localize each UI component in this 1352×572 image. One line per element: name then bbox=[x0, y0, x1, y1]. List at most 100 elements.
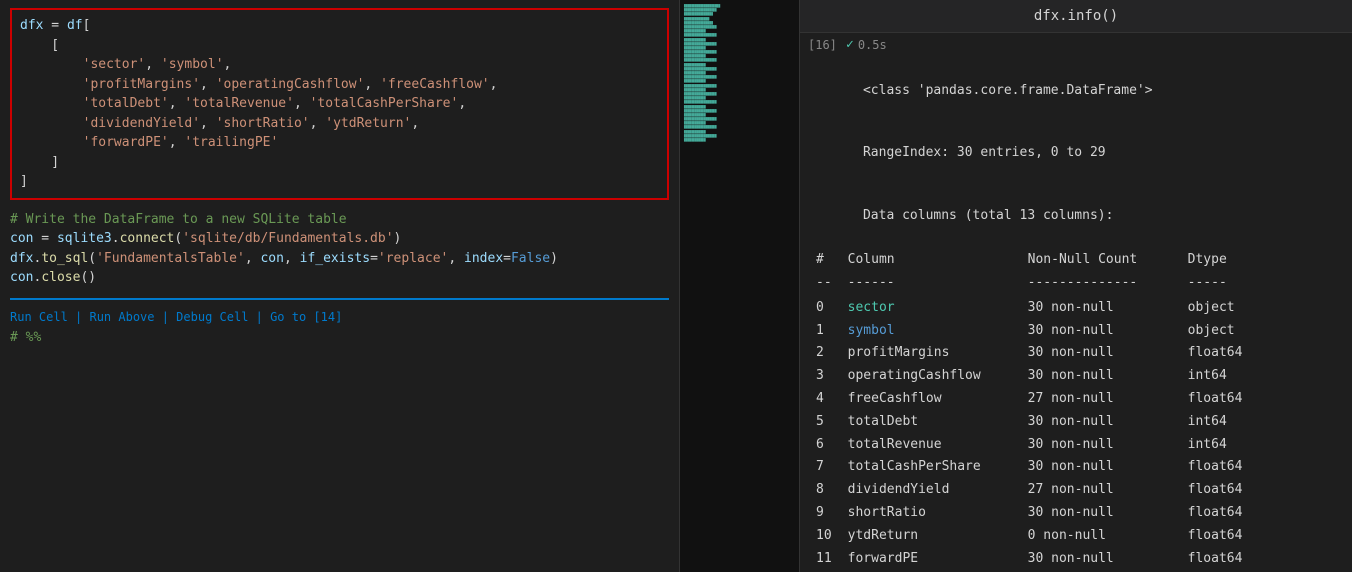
table-row: 9shortRatio30 non-nullfloat64 bbox=[816, 502, 1258, 525]
code-line-1: dfx = df[ bbox=[20, 16, 659, 36]
row-count: 30 non-null bbox=[1028, 411, 1188, 434]
code-line-4: 'profitMargins', 'operatingCashflow', 'f… bbox=[20, 75, 659, 95]
row-index: 7 bbox=[816, 456, 848, 479]
class-line: <class 'pandas.core.frame.DataFrame'> bbox=[816, 60, 1336, 122]
code-line-2: [ bbox=[20, 36, 659, 56]
sep-3: -------------- bbox=[1028, 272, 1188, 295]
output-header: dfx.info() bbox=[800, 0, 1352, 33]
row-column-name: forwardPE bbox=[848, 548, 1028, 571]
table-row: 1symbol30 non-nullobject bbox=[816, 320, 1258, 343]
row-index: 4 bbox=[816, 388, 848, 411]
minimap-code: ████████████████████ ██████████████████ … bbox=[680, 0, 799, 572]
row-dtype: float64 bbox=[1188, 342, 1259, 365]
row-column-name: totalDebt bbox=[848, 411, 1028, 434]
row-dtype: int64 bbox=[1188, 365, 1259, 388]
con-line: con = sqlite3.connect('sqlite/db/Fundame… bbox=[10, 229, 669, 249]
code-line-9: ] bbox=[20, 172, 659, 192]
range-line: RangeIndex: 30 entries, 0 to 29 bbox=[816, 122, 1336, 184]
row-column-name: ytdReturn bbox=[848, 525, 1028, 548]
row-dtype: int64 bbox=[1188, 434, 1259, 457]
row-column-name: symbol bbox=[848, 320, 1028, 343]
dfx-sql-line: dfx.to_sql('FundamentalsTable', con, if_… bbox=[10, 249, 669, 269]
row-index: 11 bbox=[816, 548, 848, 571]
timing-label: 0.5s bbox=[858, 38, 887, 52]
output-content: <class 'pandas.core.frame.DataFrame'> Ra… bbox=[800, 56, 1352, 572]
row-index: 3 bbox=[816, 365, 848, 388]
row-count: 30 non-null bbox=[1028, 342, 1188, 365]
cell-number: [16] bbox=[808, 38, 838, 52]
row-column-name: dividendYield bbox=[848, 479, 1028, 502]
cell-indicator: [16] ✓ 0.5s bbox=[800, 33, 1352, 56]
row-index: 10 bbox=[816, 525, 848, 548]
row-column-name: totalCashPerShare bbox=[848, 456, 1028, 479]
row-index: 8 bbox=[816, 479, 848, 502]
code-line-5: 'totalDebt', 'totalRevenue', 'totalCashP… bbox=[20, 94, 659, 114]
row-index: 9 bbox=[816, 502, 848, 525]
row-column-name: operatingCashflow bbox=[848, 365, 1028, 388]
row-column-name: sector bbox=[848, 297, 1028, 320]
row-dtype: int64 bbox=[1188, 411, 1259, 434]
row-count: 30 non-null bbox=[1028, 456, 1188, 479]
run-cell-bar[interactable]: Run Cell | Run Above | Debug Cell | Go t… bbox=[0, 306, 679, 328]
sep-1: -- bbox=[816, 272, 848, 295]
output-title: dfx.info() bbox=[1034, 8, 1118, 24]
row-count: 0 non-null bbox=[1028, 525, 1188, 548]
row-dtype: float64 bbox=[1188, 456, 1259, 479]
table-row: 10ytdReturn0 non-nullfloat64 bbox=[816, 525, 1258, 548]
success-tick: ✓ bbox=[846, 37, 854, 52]
code-section-sqlite: # Write the DataFrame to a new SQLite ta… bbox=[0, 206, 679, 292]
row-count: 30 non-null bbox=[1028, 502, 1188, 525]
header-column: Column bbox=[848, 249, 1028, 272]
row-dtype: float64 bbox=[1188, 388, 1259, 411]
row-column-name: totalRevenue bbox=[848, 434, 1028, 457]
comment-sqlite: # Write the DataFrame to a new SQLite ta… bbox=[10, 210, 669, 230]
minimap-content: ████████████████████ ██████████████████ … bbox=[680, 0, 799, 572]
table-row: 4freeCashflow27 non-nullfloat64 bbox=[816, 388, 1258, 411]
row-index: 0 bbox=[816, 297, 848, 320]
table-row: 11forwardPE30 non-nullfloat64 bbox=[816, 548, 1258, 571]
code-line-7: 'forwardPE', 'trailingPE' bbox=[20, 133, 659, 153]
code-line-8: ] bbox=[20, 153, 659, 173]
sep-2: ------ bbox=[848, 272, 1028, 295]
row-dtype: float64 bbox=[1188, 479, 1259, 502]
row-count: 30 non-null bbox=[1028, 434, 1188, 457]
row-dtype: object bbox=[1188, 320, 1259, 343]
con-close-line: con.close() bbox=[10, 268, 669, 288]
row-dtype: float64 bbox=[1188, 548, 1259, 571]
comment-bottom: # %% bbox=[0, 328, 679, 347]
table-row: 5totalDebt30 non-nullint64 bbox=[816, 411, 1258, 434]
row-index: 1 bbox=[816, 320, 848, 343]
row-count: 30 non-null bbox=[1028, 297, 1188, 320]
code-line-3: 'sector', 'symbol', bbox=[20, 55, 659, 75]
row-count: 30 non-null bbox=[1028, 365, 1188, 388]
table-row: 7totalCashPerShare30 non-nullfloat64 bbox=[816, 456, 1258, 479]
table-header-row: # Column Non-Null Count Dtype bbox=[816, 249, 1243, 272]
cell-divider bbox=[10, 298, 669, 300]
run-cell-link[interactable]: Run Cell | Run Above | Debug Cell | Go t… bbox=[10, 310, 342, 324]
row-column-name: profitMargins bbox=[848, 342, 1028, 365]
data-columns-line: Data columns (total 13 columns): bbox=[816, 185, 1336, 247]
header-dtype: Dtype bbox=[1188, 249, 1243, 272]
sep-4: ----- bbox=[1188, 272, 1243, 295]
header-hash: # bbox=[816, 249, 848, 272]
row-count: 30 non-null bbox=[1028, 320, 1188, 343]
row-count: 27 non-null bbox=[1028, 479, 1188, 502]
output-panel: dfx.info() [16] ✓ 0.5s <class 'pandas.co… bbox=[800, 0, 1352, 572]
row-count: 27 non-null bbox=[1028, 388, 1188, 411]
row-index: 2 bbox=[816, 342, 848, 365]
separator-row: -- ------ -------------- ----- bbox=[816, 272, 1243, 295]
code-line-6: 'dividendYield', 'shortRatio', 'ytdRetur… bbox=[20, 114, 659, 134]
table-row: 6totalRevenue30 non-nullint64 bbox=[816, 434, 1258, 457]
code-cell-dfx[interactable]: dfx = df[ [ 'sector', 'symbol', 'profitM… bbox=[10, 8, 669, 200]
row-dtype: float64 bbox=[1188, 502, 1259, 525]
minimap-panel: ████████████████████ ██████████████████ … bbox=[680, 0, 800, 572]
table-row: 3operatingCashflow30 non-nullint64 bbox=[816, 365, 1258, 388]
code-editor-panel: dfx = df[ [ 'sector', 'symbol', 'profitM… bbox=[0, 0, 680, 572]
info-table: # Column Non-Null Count Dtype -- ------ … bbox=[816, 249, 1243, 295]
row-dtype: float64 bbox=[1188, 525, 1259, 548]
row-dtype: object bbox=[1188, 297, 1259, 320]
row-count: 30 non-null bbox=[1028, 548, 1188, 571]
row-column-name: shortRatio bbox=[848, 502, 1028, 525]
table-row: 0sector30 non-nullobject bbox=[816, 297, 1258, 320]
header-non-null: Non-Null Count bbox=[1028, 249, 1188, 272]
